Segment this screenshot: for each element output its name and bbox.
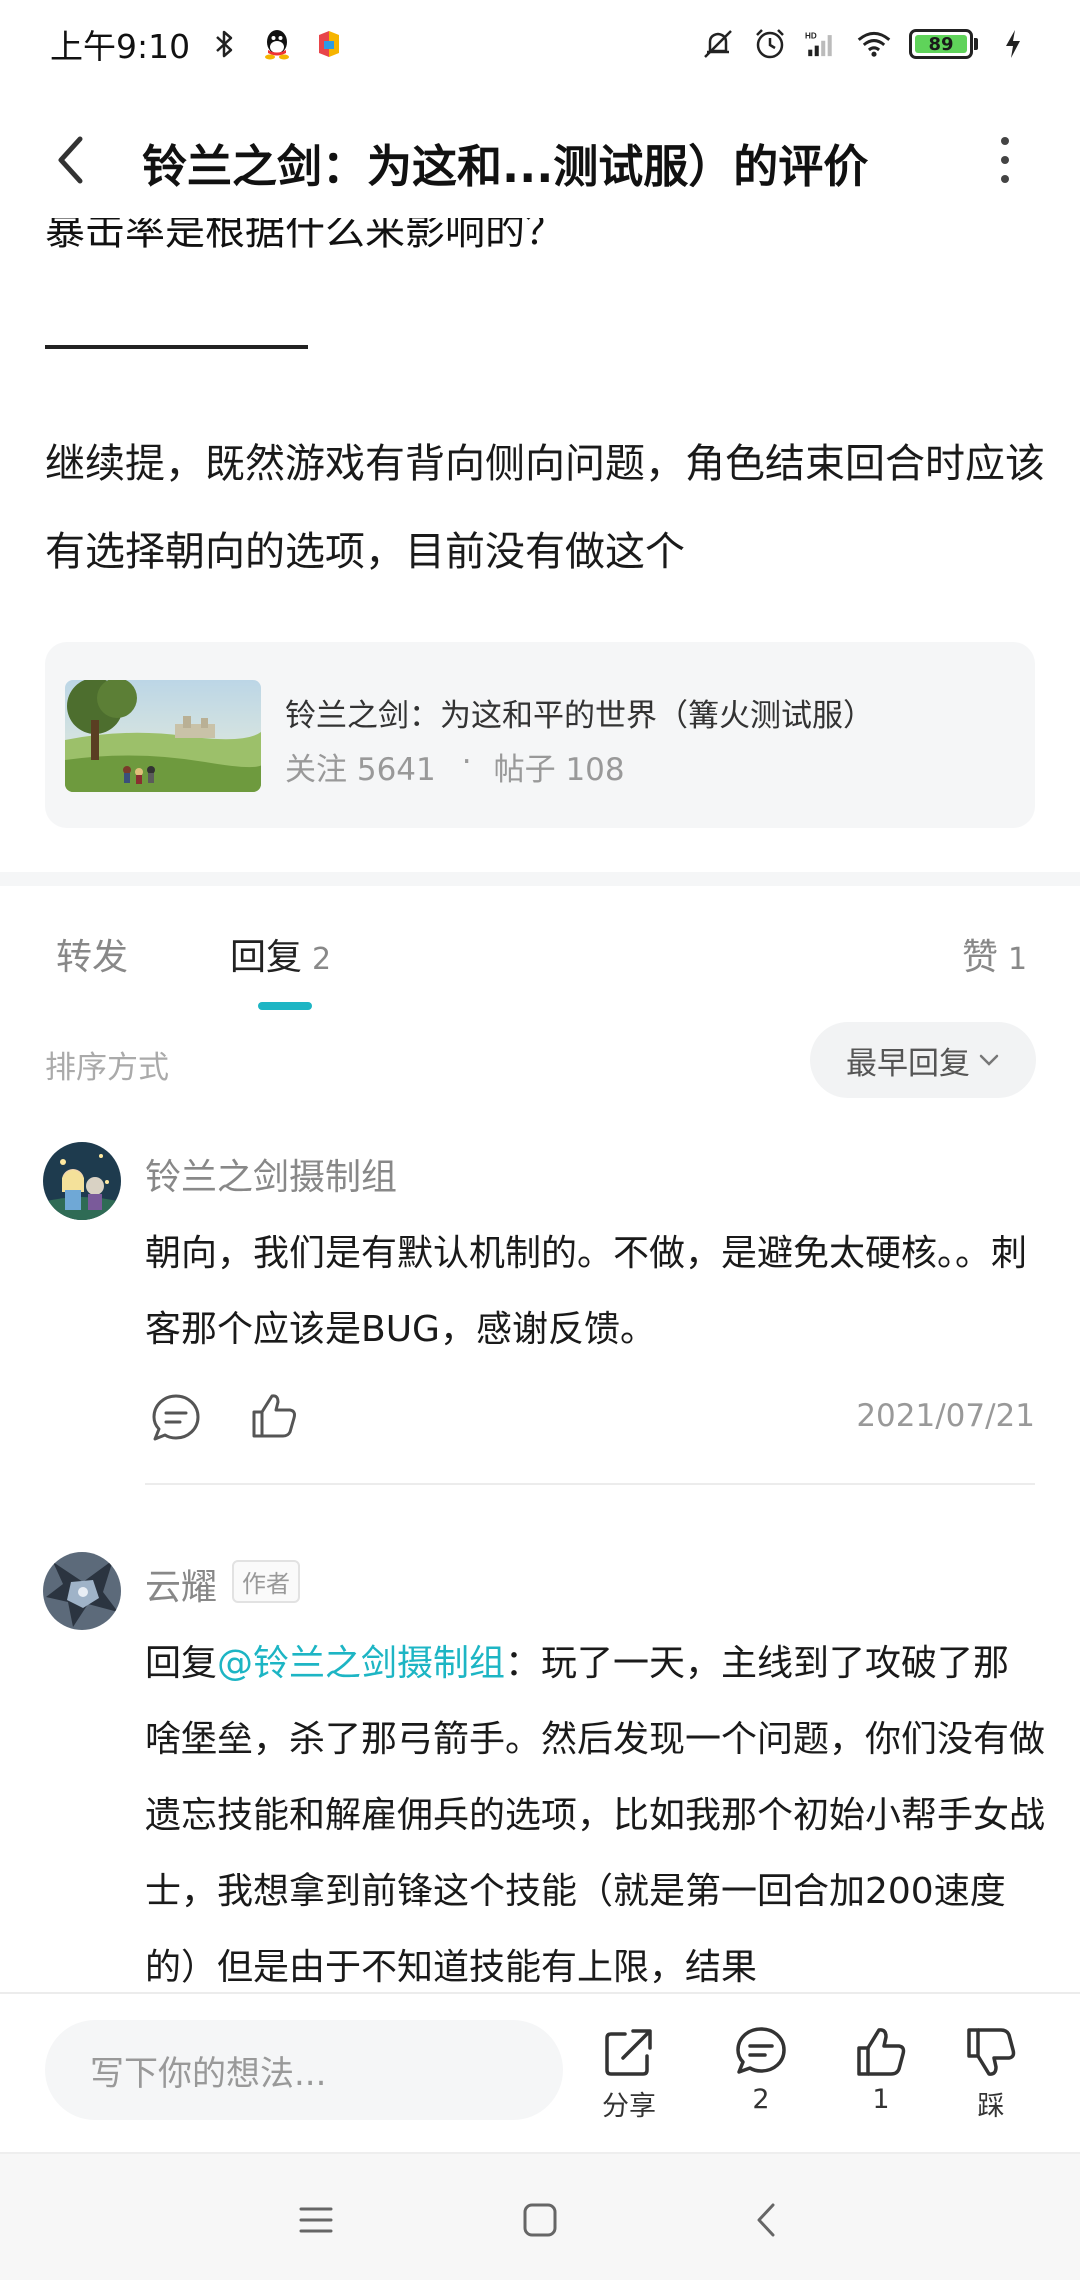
comment-icon <box>152 1394 200 1441</box>
bottom-action-bar: 写下你的想法... 分享 2 1 踩 <box>0 1992 1080 2152</box>
comment-input[interactable]: 写下你的想法... <box>45 2020 563 2120</box>
meta-separator: · <box>461 744 472 780</box>
tab-replies[interactable]: 回复 2 <box>230 928 331 980</box>
status-bar: 上午9:10 HD 89 <box>0 0 1080 88</box>
share-icon <box>605 2029 652 2076</box>
tab-likes[interactable]: 赞1 <box>962 928 1027 980</box>
page-title: 铃兰之剑：为这和...测试服）的评价 <box>142 140 869 193</box>
tab-likes-label: 赞 <box>962 937 999 978</box>
game-thumbnail <box>65 680 261 792</box>
charging-icon <box>996 27 1030 61</box>
dislike-label: 踩 <box>977 2091 1005 2122</box>
sort-selected: 最早回复 <box>846 1045 970 1082</box>
top-app-bar: 铃兰之剑：为这和...测试服）的评价 <box>0 100 1080 220</box>
tab-forward-label: 转发 <box>56 937 129 978</box>
tab-forward[interactable]: 转发 <box>56 928 128 980</box>
comment-count: 2 <box>752 2084 770 2115</box>
thumbs-up-icon <box>252 1394 296 1438</box>
tab-likes-count: 1 <box>1008 942 1028 977</box>
reply-comment-button[interactable] <box>148 1390 204 1446</box>
mention-link[interactable]: @铃兰之剑摄制组 <box>217 1643 505 1684</box>
tab-bar: 转发 回复 2 赞1 <box>0 900 1080 1010</box>
share-button[interactable]: 分享 <box>584 2024 674 2123</box>
active-tab-indicator <box>258 1002 312 1010</box>
thumbs-down-icon <box>967 2028 1016 2076</box>
home-nav-button[interactable] <box>510 2190 570 2250</box>
svg-text:HD: HD <box>805 31 817 40</box>
thumbs-up-icon <box>857 2028 906 2076</box>
alarm-icon <box>753 27 787 61</box>
battery-icon: 89 <box>909 29 978 59</box>
reply-like-button[interactable] <box>246 1388 302 1444</box>
back-button[interactable] <box>40 128 100 192</box>
menu-icon <box>299 2207 333 2233</box>
more-options-button[interactable] <box>980 130 1030 190</box>
battery-level: 89 <box>915 34 967 55</box>
text-divider <box>45 345 308 349</box>
dislike-button[interactable]: 踩 <box>946 2024 1036 2123</box>
comment-icon <box>736 2027 786 2074</box>
reply-date: 2021/07/21 <box>856 1398 1035 1434</box>
hd-signal-icon: HD <box>805 27 839 61</box>
game-stats: 关注 5641 · 帖子 108 <box>285 744 625 789</box>
status-time: 上午9:10 <box>50 27 191 66</box>
post-cutoff-text: 暴击率是根据什么来影响的？ <box>45 218 565 254</box>
comment-button[interactable]: 2 <box>716 2024 806 2115</box>
back-chevron-icon <box>757 2203 775 2237</box>
reply-prefix: 回复 <box>145 1643 218 1684</box>
bluetooth-icon <box>208 27 242 61</box>
home-square-icon <box>523 2203 557 2237</box>
game-title: 铃兰之剑：为这和平的世界（篝火测试服） <box>285 698 874 734</box>
section-divider <box>0 872 1080 886</box>
reply-body: 回复@铃兰之剑摄制组：玩了一天，主线到了攻破了那啥堡垒，杀了那弓箭手。然后发现一… <box>145 1626 1045 2006</box>
reply-body: 朝向，我们是有默认机制的。不做，是避免太硬核。。刺客那个应该是BUG，感谢反馈。 <box>145 1233 1028 1350</box>
game-posts: 帖子 108 <box>493 752 625 788</box>
mute-icon <box>701 27 735 61</box>
reply-divider <box>145 1483 1035 1485</box>
reply-author-name[interactable]: 云耀 <box>145 1558 217 1610</box>
menu-nav-button[interactable] <box>286 2190 346 2250</box>
avatar[interactable] <box>43 1142 121 1220</box>
share-label: 分享 <box>602 2091 656 2122</box>
reply-author-name[interactable]: 铃兰之剑摄制组 <box>145 1148 397 1200</box>
app-icon <box>312 27 346 61</box>
tab-replies-count: 2 <box>312 942 332 977</box>
like-button[interactable]: 1 <box>836 2024 926 2115</box>
post-paragraph: 继续提，既然游戏有背向侧向问题，角色结束回合时应该有选择朝向的选项，目前没有做这… <box>45 441 1045 575</box>
tab-replies-label: 回复 <box>230 937 303 978</box>
game-card[interactable]: 铃兰之剑：为这和平的世界（篝火测试服） 关注 5641 · 帖子 108 <box>45 642 1035 828</box>
more-vertical-icon <box>1001 137 1009 145</box>
sort-dropdown[interactable]: 最早回复 <box>810 1022 1036 1098</box>
chevron-down-icon <box>979 1054 999 1066</box>
back-nav-button[interactable] <box>736 2190 796 2250</box>
like-count: 1 <box>872 2084 890 2115</box>
sort-label: 排序方式 <box>45 1050 169 1086</box>
qq-icon <box>260 27 294 61</box>
game-followers: 关注 5641 <box>285 752 436 788</box>
wifi-icon <box>857 27 891 61</box>
avatar[interactable] <box>43 1552 121 1630</box>
system-navigation-bar <box>0 2152 1080 2280</box>
author-badge: 作者 <box>232 1560 300 1603</box>
back-arrow-icon <box>58 136 83 184</box>
reply-text: ：玩了一天，主线到了攻破了那啥堡垒，杀了那弓箭手。然后发现一个问题，你们没有做遗… <box>145 1643 1046 1988</box>
